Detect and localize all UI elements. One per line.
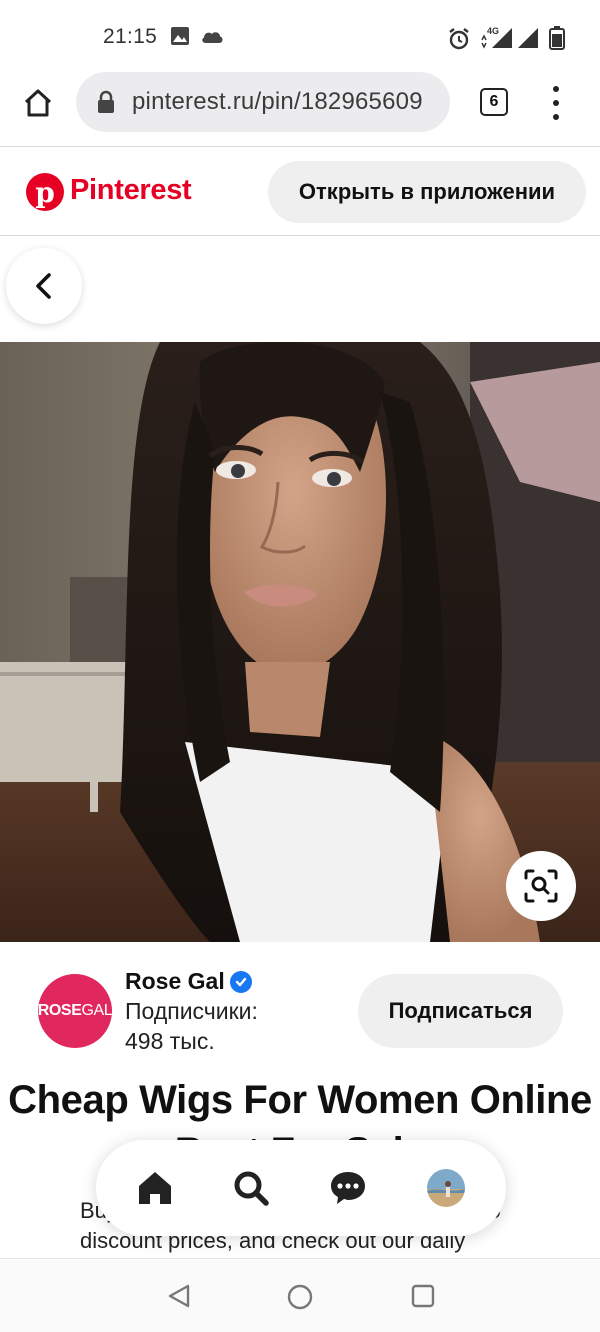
back-button[interactable] xyxy=(6,248,82,324)
nav-search-button[interactable] xyxy=(229,1166,273,1210)
open-in-app-button[interactable]: Открыть в приложении xyxy=(268,161,586,223)
overflow-menu-icon[interactable] xyxy=(544,86,568,120)
home-circle-icon[interactable] xyxy=(286,1283,314,1311)
followers-label: Подписчики: xyxy=(125,998,258,1024)
subscribe-button[interactable]: Подписаться xyxy=(358,974,563,1048)
back-triangle-icon[interactable] xyxy=(166,1283,192,1309)
pinterest-header: p Pinterest Открыть в приложении xyxy=(0,146,600,236)
pinterest-logo-icon[interactable]: p xyxy=(26,173,64,211)
cloud-icon xyxy=(202,32,223,43)
nav-messages-button[interactable] xyxy=(326,1166,370,1210)
alarm-icon xyxy=(449,28,469,50)
pin-image[interactable] xyxy=(0,342,600,942)
visual-search-icon xyxy=(524,869,558,903)
bottom-nav-bar xyxy=(96,1140,506,1236)
pinterest-wordmark[interactable]: Pinterest xyxy=(70,174,192,207)
profile-avatar xyxy=(427,1169,465,1207)
followers-count: 498 тыс. xyxy=(125,1028,215,1054)
tab-switcher-button[interactable]: 6 xyxy=(480,88,508,116)
system-navigation-bar xyxy=(0,1258,600,1332)
visual-search-button[interactable] xyxy=(506,851,576,921)
4g-signal-icon: 4G xyxy=(481,26,512,49)
browser-home-button[interactable] xyxy=(18,83,58,123)
home-icon xyxy=(139,1172,171,1204)
messages-icon xyxy=(331,1172,365,1204)
pin-photo-illustration xyxy=(0,342,600,942)
status-bar: 21:15 4G xyxy=(0,0,600,72)
subscribe-label: Подписаться xyxy=(388,998,533,1023)
tab-count: 6 xyxy=(489,93,499,110)
battery-icon xyxy=(549,26,565,50)
nav-profile-button[interactable] xyxy=(424,1166,468,1210)
url-text: pinterest.ru/pin/182965609 xyxy=(132,88,423,115)
search-icon xyxy=(234,1171,269,1206)
creator-avatar[interactable]: ROSEGAL xyxy=(38,974,112,1048)
recents-square-icon[interactable] xyxy=(410,1283,436,1309)
status-time: 21:15 xyxy=(103,25,158,48)
svg-text:4G: 4G xyxy=(487,26,499,36)
signal-icon xyxy=(518,28,538,48)
lock-icon xyxy=(98,90,114,113)
avatar-text-light: GAL xyxy=(81,1002,112,1019)
chevron-left-icon xyxy=(36,273,51,299)
url-bar[interactable]: pinterest.ru/pin/182965609 xyxy=(76,72,450,132)
browser-toolbar: pinterest.ru/pin/182965609 6 xyxy=(0,72,600,134)
image-icon xyxy=(171,27,189,45)
nav-home-button[interactable] xyxy=(133,1166,177,1210)
open-in-app-label: Открыть в приложении xyxy=(298,179,556,204)
avatar-text-bold: ROSE xyxy=(38,1002,82,1019)
home-icon xyxy=(24,89,52,117)
verified-badge-icon xyxy=(230,971,252,993)
creator-name[interactable]: Rose Gal xyxy=(125,968,225,995)
